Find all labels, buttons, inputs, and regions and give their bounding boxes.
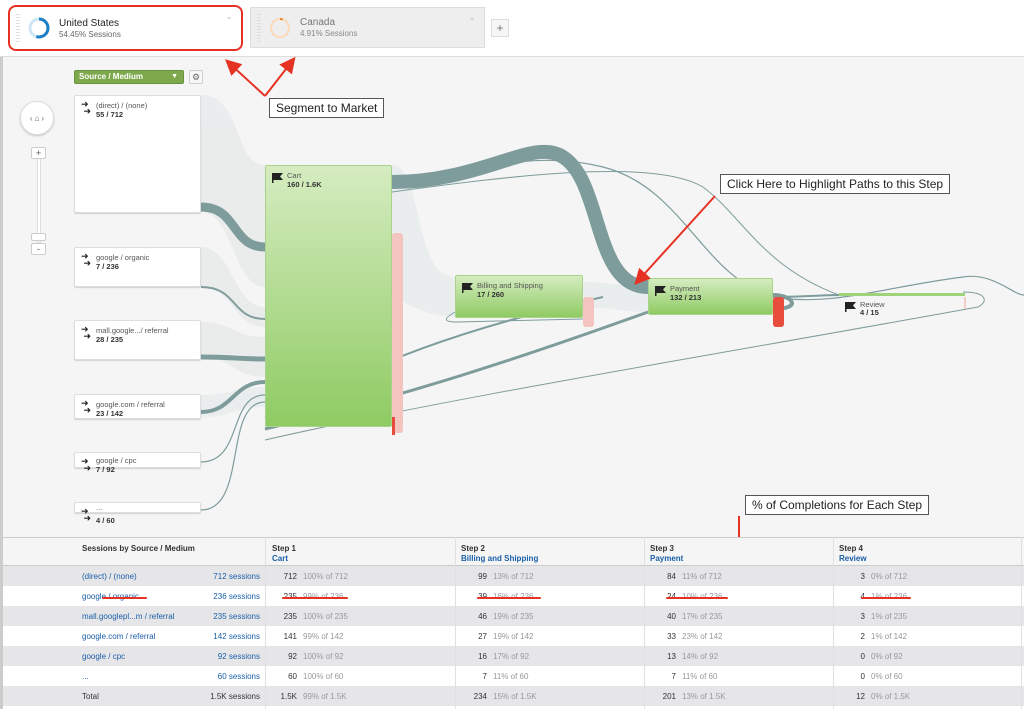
step-count-cell: 201 bbox=[662, 692, 676, 701]
step-header: Step 2 Billing and Shipping bbox=[461, 544, 538, 563]
step-name-link[interactable]: Cart bbox=[272, 554, 296, 563]
step-percent-cell: 100% of 60 bbox=[303, 672, 344, 681]
sessions-cell: 1.5K sessions bbox=[210, 692, 260, 701]
step-percent-cell: 14% of 92 bbox=[682, 652, 719, 661]
source-medium-cell[interactable]: ... bbox=[82, 672, 89, 681]
step-percent-cell: 19% of 235 bbox=[493, 612, 534, 621]
step-count-cell: 12 bbox=[856, 692, 865, 701]
step-percent-cell: 0% of 712 bbox=[871, 572, 908, 581]
step-count-cell: 2 bbox=[860, 632, 865, 641]
step-count-cell: 60 bbox=[288, 672, 297, 681]
step-percent-cell: 0% of 1.5K bbox=[871, 692, 911, 701]
step-percent-cell: 11% of 60 bbox=[493, 672, 529, 681]
step-completion-table: Sessions by Source / Medium Step 1 Cart S… bbox=[0, 537, 1024, 709]
step-percent-cell: 13% of 1.5K bbox=[682, 692, 726, 701]
step-count-cell: 92 bbox=[288, 652, 297, 661]
annotation-arrows bbox=[225, 56, 740, 537]
sessions-cell: 60 sessions bbox=[217, 672, 260, 681]
table-header: Sessions by Source / Medium Step 1 Cart S… bbox=[3, 537, 1024, 566]
sessions-cell: 712 sessions bbox=[213, 572, 260, 581]
table-row: (direct) / (none) 712 sessions 712 100% of … bbox=[3, 566, 1024, 586]
step-count-cell: 27 bbox=[478, 632, 487, 641]
sessions-cell: 142 sessions bbox=[213, 632, 260, 641]
step-count-cell: 99 bbox=[478, 572, 487, 581]
source-medium-cell[interactable]: google.com / referral bbox=[82, 632, 155, 641]
step-number: Step 4 bbox=[839, 544, 864, 553]
step-name-link[interactable]: Review bbox=[839, 554, 867, 563]
step-percent-cell: 19% of 142 bbox=[493, 632, 534, 641]
step-count-cell: 84 bbox=[667, 572, 676, 581]
source-medium-cell[interactable]: mall.googlepl...m / referral bbox=[82, 612, 174, 621]
source-medium-cell[interactable]: google / cpc bbox=[82, 652, 125, 661]
step-percent-cell: 1% of 235 bbox=[871, 612, 908, 621]
step-count-cell: 16 bbox=[478, 652, 487, 661]
step-name-link[interactable]: Payment bbox=[650, 554, 683, 563]
table-total-row: Total 1.5K sessions 1.5K 99% of 1.5K 234 15% … bbox=[3, 686, 1024, 706]
step-count-cell: 1.5K bbox=[280, 692, 297, 701]
step-percent-cell: 100% of 712 bbox=[303, 572, 348, 581]
step-count-cell: 141 bbox=[283, 632, 297, 641]
step-percent-cell: 0% of 92 bbox=[871, 652, 903, 661]
annotation-underline bbox=[666, 597, 728, 599]
flow-visualization: Source / Medium ▼ ⚙ ‹ ⌂ › + - ➜ ➜ (direc… bbox=[0, 56, 1024, 537]
step-count-cell: 235 bbox=[283, 612, 297, 621]
step-percent-cell: 100% of 235 bbox=[303, 612, 348, 621]
step-percent-cell: 0% of 60 bbox=[871, 672, 903, 681]
goal-flow-report: United States 54.45% Sessions ⌄ Canada 4… bbox=[0, 0, 1024, 709]
step-percent-cell: 99% of 142 bbox=[303, 632, 344, 641]
annotation-underline bbox=[477, 597, 541, 599]
step-name-link[interactable]: Billing and Shipping bbox=[461, 554, 538, 563]
step-number: Step 1 bbox=[272, 544, 297, 553]
step-count-cell: 40 bbox=[667, 612, 676, 621]
step-percent-cell: 100% of 92 bbox=[303, 652, 344, 661]
sessions-cell: 92 sessions bbox=[217, 652, 260, 661]
step-count-cell: 234 bbox=[473, 692, 487, 701]
step-count-cell: 13 bbox=[667, 652, 676, 661]
sessions-cell: 235 sessions bbox=[213, 612, 260, 621]
step-percent-cell: 1% of 142 bbox=[871, 632, 908, 641]
dimension-header: Sessions by Source / Medium bbox=[82, 544, 195, 553]
step-count-cell: 7 bbox=[482, 672, 487, 681]
annotation-underline bbox=[861, 597, 911, 599]
table-row: mall.googlepl...m / referral 235 sessions… bbox=[3, 606, 1024, 626]
annotation-underline bbox=[282, 597, 348, 599]
step-header: Step 4 Review bbox=[839, 544, 867, 563]
table-row: google.com / referral 142 sessions 141 99% … bbox=[3, 626, 1024, 646]
step-percent-cell: 11% of 712 bbox=[682, 572, 722, 581]
step-header: Step 1 Cart bbox=[272, 544, 296, 563]
step-number: Step 2 bbox=[461, 544, 486, 553]
sessions-cell: 236 sessions bbox=[213, 592, 260, 601]
step-percent-cell: 15% of 1.5K bbox=[493, 692, 537, 701]
step-header: Step 3 Payment bbox=[650, 544, 683, 563]
step-count-cell: 46 bbox=[478, 612, 487, 621]
table-row: google / cpc 92 sessions 92 100% of 92 16 17%… bbox=[3, 646, 1024, 666]
step-count-cell: 0 bbox=[860, 672, 865, 681]
step-percent-cell: 13% of 712 bbox=[493, 572, 534, 581]
step-percent-cell: 17% of 235 bbox=[682, 612, 723, 621]
step-count-cell: 3 bbox=[860, 572, 865, 581]
source-medium-cell[interactable]: (direct) / (none) bbox=[82, 572, 137, 581]
table-row: ... 60 sessions 60 100% of 60 7 11% of 60 7 11%… bbox=[3, 666, 1024, 686]
step-count-cell: 0 bbox=[860, 652, 865, 661]
table-row: google / organic236 sessions23599% of 23… bbox=[3, 586, 1024, 606]
step-count-cell: 712 bbox=[283, 572, 297, 581]
step-count-cell: 7 bbox=[671, 672, 676, 681]
step-percent-cell: 11% of 60 bbox=[682, 672, 718, 681]
step-number: Step 3 bbox=[650, 544, 675, 553]
source-medium-cell: Total bbox=[82, 692, 99, 701]
step-count-cell: 3 bbox=[860, 612, 865, 621]
step-percent-cell: 17% of 92 bbox=[493, 652, 530, 661]
step-percent-cell: 23% of 142 bbox=[682, 632, 723, 641]
step-percent-cell: 99% of 1.5K bbox=[303, 692, 347, 701]
annotation-underline bbox=[102, 597, 147, 599]
step-count-cell: 33 bbox=[667, 632, 676, 641]
